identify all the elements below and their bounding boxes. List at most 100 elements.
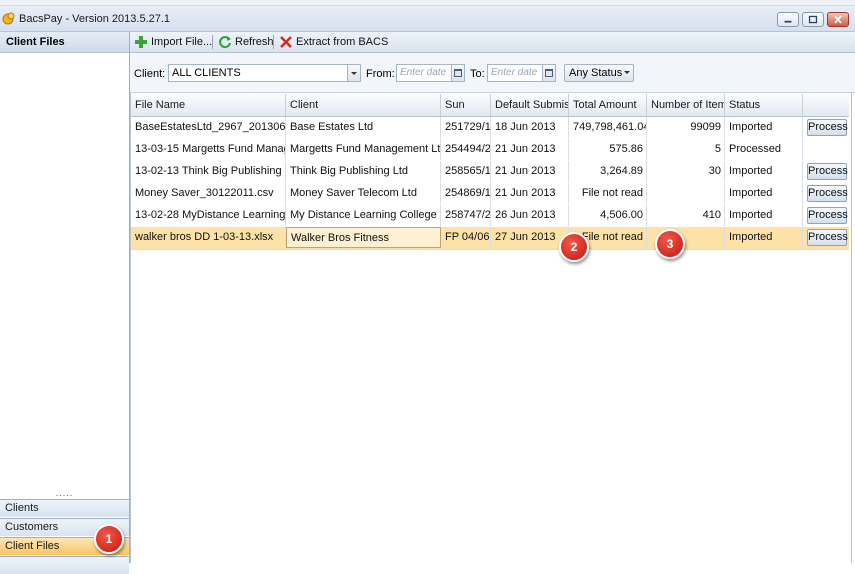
column-header-total-amount[interactable]: Total Amount (569, 94, 647, 116)
cell-number-of-items: 5 (647, 139, 725, 160)
cell-action: Process (803, 117, 849, 138)
window-title: BacsPay - Version 2013.5.27.1 (19, 13, 171, 25)
minimize-icon (784, 20, 792, 23)
to-date-input[interactable]: Enter date (487, 64, 556, 82)
column-header-action (803, 94, 849, 116)
column-header-default-submission[interactable]: Default Submiss (491, 94, 569, 116)
cell-default-submission: 18 Jun 2013 (491, 117, 569, 138)
cell-action: Process (803, 205, 849, 226)
title-bar: BacsPay - Version 2013.5.27.1 (0, 6, 855, 32)
column-header-number-of-items[interactable]: Number of Items (647, 94, 725, 116)
left-panel: Client Files ..... Clients Customers Cli… (0, 32, 130, 574)
calendar-icon[interactable] (451, 65, 464, 81)
cell-action: Process (803, 227, 849, 248)
table-row[interactable]: walker bros DD 1-03-13.xlsx Walker Bros F… (131, 227, 849, 250)
cell-client: Base Estates Ltd (286, 117, 441, 138)
cell-status: Processed (725, 139, 803, 160)
status-dropdown-value: Any Status (569, 67, 623, 79)
plus-icon (135, 36, 147, 48)
left-panel-header: Client Files (0, 32, 129, 53)
cell-status: Imported (725, 205, 803, 226)
table-row[interactable]: BaseEstatesLtd_2967_20130612154Base Esta… (131, 117, 849, 140)
chevron-down-icon[interactable] (347, 65, 360, 81)
close-icon (834, 15, 842, 24)
cell-total-amount: 3,264.89 (569, 161, 647, 182)
client-combobox[interactable]: ALL CLIENTS (168, 64, 361, 82)
client-combobox-value: ALL CLIENTS (172, 67, 241, 79)
cell-client: My Distance Learning College Ltd (286, 205, 441, 226)
cell-sun: 254494/2 (441, 139, 491, 160)
cell-client: Think Big Publishing Ltd (286, 161, 441, 182)
filter-bar: Client: ALL CLIENTS From: Enter date To:… (130, 53, 855, 93)
process-button[interactable]: Process (807, 207, 848, 224)
import-file-label: Import File... (151, 36, 213, 48)
close-button[interactable] (827, 12, 849, 27)
process-button[interactable]: Process (807, 163, 848, 180)
client-filter-label: Client: (134, 68, 166, 80)
annotation-marker-1: 1 (94, 524, 124, 554)
cell-status: Imported (725, 183, 803, 204)
from-label: From: (366, 68, 395, 80)
column-header-client[interactable]: Client (286, 94, 441, 116)
annotation-marker-2: 2 (559, 232, 589, 262)
table-row[interactable]: Money Saver_30122011.csv Money Saver Tele… (131, 183, 849, 206)
extract-label: Extract from BACS (296, 36, 389, 48)
cell-file-name: BaseEstatesLtd_2967_20130612154 (131, 117, 286, 138)
calendar-icon[interactable] (542, 65, 555, 81)
red-x-icon (280, 36, 292, 48)
status-dropdown[interactable]: Any Status (564, 64, 634, 82)
cell-default-submission: 21 Jun 2013 (491, 139, 569, 160)
cell-sun: 254869/1 (441, 183, 491, 204)
refresh-icon (219, 36, 231, 49)
cell-status: Imported (725, 227, 803, 248)
cell-total-amount: File not read (569, 183, 647, 204)
cell-status: Imported (725, 161, 803, 182)
cell-default-submission: 26 Jun 2013 (491, 205, 569, 226)
table-row[interactable]: 13-03-15 Margetts Fund ManagemMargetts F… (131, 139, 849, 162)
table-row[interactable]: 13-02-13 Think Big Publishing Ltd Think B… (131, 161, 849, 184)
extract-from-bacs-button[interactable]: Extract from BACS (277, 34, 388, 50)
refresh-label: Refresh (235, 36, 274, 48)
cell-action: Process (803, 161, 849, 182)
process-button[interactable]: Process (807, 119, 848, 136)
column-header-status[interactable]: Status (725, 94, 803, 116)
cell-sun: FP 04/06 (441, 227, 491, 248)
restore-icon (808, 15, 818, 24)
annotation-marker-3: 3 (655, 229, 685, 259)
grid-header: File Name Client Sun Default Submiss Tot… (131, 94, 849, 117)
cell-status: Imported (725, 117, 803, 138)
cell-number-of-items: 410 (647, 205, 725, 226)
cell-default-submission: 21 Jun 2013 (491, 161, 569, 182)
cell-client: Walker Bros Fitness (286, 227, 441, 248)
column-header-file-name[interactable]: File Name (131, 94, 286, 116)
from-date-input[interactable]: Enter date (396, 64, 465, 82)
cell-client: Money Saver Telecom Ltd (286, 183, 441, 204)
cell-file-name: Money Saver_30122011.csv (131, 183, 286, 204)
nav-item-clients[interactable]: Clients (0, 499, 129, 517)
cell-sun: 258747/2 (441, 205, 491, 226)
cell-sun: 251729/1 (441, 117, 491, 138)
to-date-placeholder: Enter date (491, 67, 538, 78)
refresh-button[interactable]: Refresh (216, 34, 274, 50)
cell-action (803, 139, 849, 160)
table-row[interactable]: 13-02-28 MyDistance Learning Co My Distan… (131, 205, 849, 228)
cell-total-amount: 575.86 (569, 139, 647, 160)
nav-item-hidden[interactable] (0, 556, 129, 574)
cell-number-of-items: 99099 (647, 117, 725, 138)
panel-splitter-grip[interactable]: ..... (0, 489, 129, 498)
toolbar-separator (273, 35, 274, 49)
import-file-button[interactable]: Import File... (132, 34, 212, 50)
chevron-down-icon (624, 71, 630, 74)
cell-number-of-items (647, 183, 725, 204)
toolbar: Import File... Refresh Extract from BACS (130, 32, 855, 53)
cell-file-name: 13-03-15 Margetts Fund Managem (131, 139, 286, 160)
cell-file-name: walker bros DD 1-03-13.xlsx (131, 227, 286, 248)
process-button[interactable]: Process (807, 229, 848, 246)
maximize-button[interactable] (802, 12, 824, 27)
minimize-button[interactable] (777, 12, 799, 27)
process-button[interactable]: Process (807, 185, 848, 202)
cell-file-name: 13-02-13 Think Big Publishing Ltd (131, 161, 286, 182)
column-header-sun[interactable]: Sun (441, 94, 491, 116)
cell-sun: 258565/1 (441, 161, 491, 182)
from-date-placeholder: Enter date (400, 67, 447, 78)
